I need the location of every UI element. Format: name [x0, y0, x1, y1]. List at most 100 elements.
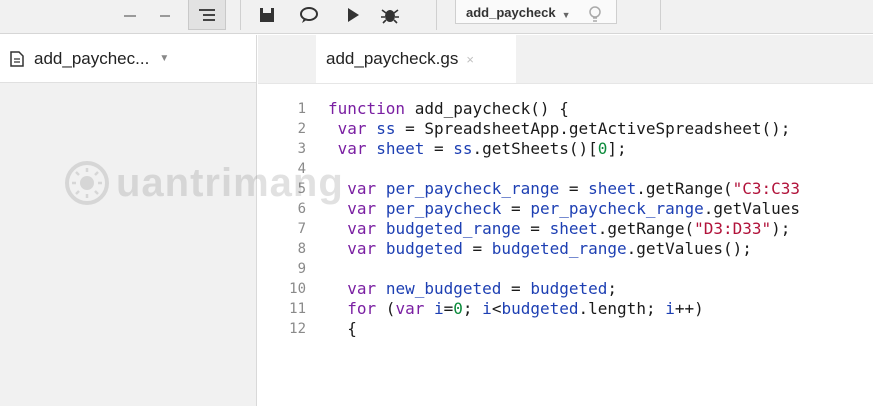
line-number: 11	[289, 301, 306, 317]
code-line[interactable]: var budgeted = budgeted_range.getValues(…	[328, 239, 752, 259]
code-token: i	[433, 299, 444, 318]
code-token: );	[771, 219, 791, 238]
code-token: sheet	[549, 219, 598, 238]
code-token: per_paycheck	[385, 199, 502, 218]
line-number: 8	[297, 241, 306, 257]
line-number-gutter: 1 2 3 4 5 6 7 8 9 10 11 12	[258, 84, 318, 406]
tab-add-paycheck[interactable]: add_paycheck.gs ×	[316, 35, 516, 83]
code-line[interactable]: var ss = SpreadsheetApp.getActiveSpreads…	[328, 119, 791, 139]
code-token: i	[482, 299, 492, 318]
code-token: budgeted_range	[491, 239, 627, 258]
code-token: = SpreadsheetApp.getActiveSpreadsheet();	[395, 119, 791, 138]
toolbar-divider	[436, 0, 437, 30]
code-token: var	[347, 279, 377, 298]
code-line[interactable]: var budgeted_range = sheet.getRange("D3:…	[328, 219, 790, 239]
format-icon[interactable]	[188, 0, 226, 30]
toolbar-divider	[240, 0, 241, 30]
line-number: 9	[297, 261, 306, 277]
code-token: budgeted_range	[385, 219, 521, 238]
line-number: 5	[297, 181, 306, 197]
close-icon[interactable]: ×	[466, 52, 474, 67]
line-number: 1	[297, 101, 306, 117]
file-sidebar: add_paychec... ▼	[0, 35, 257, 406]
code-token: ss	[453, 139, 473, 158]
file-name: add_paychec...	[34, 48, 150, 68]
redo-icon[interactable]	[150, 0, 180, 30]
code-token: budgeted	[385, 239, 463, 258]
code-token: for	[347, 299, 377, 318]
code-token: var	[347, 239, 377, 258]
code-token: per_paycheck_range	[530, 199, 704, 218]
line-number: 12	[289, 321, 306, 337]
code-line[interactable]: var per_paycheck = per_paycheck_range.ge…	[328, 199, 800, 219]
line-number: 6	[297, 201, 306, 217]
comment-icon[interactable]	[292, 0, 326, 30]
code-token: =	[501, 199, 531, 218]
code-token: {	[328, 319, 357, 338]
code-line[interactable]: for (var i=0; i<budgeted.length; i++)	[328, 299, 704, 319]
code-token: "D3:D33"	[694, 219, 772, 238]
code-token: =	[424, 139, 454, 158]
code-token: =	[520, 219, 550, 238]
save-icon[interactable]	[252, 0, 282, 30]
toolbar: add_paycheck ▼	[0, 0, 873, 34]
function-select-label: add_paycheck	[466, 5, 556, 20]
lightbulb-icon[interactable]	[580, 0, 610, 30]
code-token: sheet	[376, 139, 425, 158]
code-token: .getRange(	[636, 179, 733, 198]
code-token: =	[443, 299, 454, 318]
code-token: 0	[453, 299, 463, 318]
code-line[interactable]: function add_paycheck() {	[328, 99, 569, 119]
code-token: var	[395, 299, 425, 318]
code-token: ;	[607, 279, 618, 298]
tab-label: add_paycheck.gs	[326, 49, 459, 68]
code-token: <	[491, 299, 502, 318]
code-token: budgeted	[530, 279, 608, 298]
code-token: add_paycheck() {	[405, 99, 569, 118]
code-token: .getValues	[703, 199, 801, 218]
code-token: 0	[597, 139, 608, 158]
code-token: var	[347, 179, 377, 198]
chevron-down-icon[interactable]: ▼	[159, 53, 169, 64]
code-token: sheet	[588, 179, 637, 198]
code-token: .getRange(	[597, 219, 695, 238]
code-token: var	[347, 199, 377, 218]
code-line[interactable]: var new_budgeted = budgeted;	[328, 279, 617, 299]
toolbar-divider	[660, 0, 661, 30]
line-number: 7	[297, 221, 306, 237]
code-line[interactable]: var per_paycheck_range = sheet.getRange(…	[328, 179, 800, 199]
code-line[interactable]: var sheet = ss.getSheets()[0];	[328, 139, 627, 159]
code-editor[interactable]: 1 2 3 4 5 6 7 8 9 10 11 12 function add_paycheck() …	[258, 83, 873, 406]
line-number: 10	[289, 281, 306, 297]
code-token: var	[347, 219, 377, 238]
code-token: ;	[462, 299, 483, 318]
code-token: budgeted	[501, 299, 579, 318]
code-token: new_budgeted	[385, 279, 502, 298]
code-token: var	[337, 119, 367, 138]
code-token: ++)	[674, 299, 704, 318]
code-token: "C3:C33	[732, 179, 801, 198]
debug-icon[interactable]	[372, 0, 408, 30]
file-list-item[interactable]: add_paychec... ▼	[0, 35, 256, 83]
undo-icon[interactable]	[110, 0, 150, 30]
line-number: 4	[297, 161, 306, 177]
code-token: var	[337, 139, 367, 158]
code-token: ss	[376, 119, 396, 138]
line-number: 2	[297, 121, 306, 137]
code-token: .getSheets()[	[472, 139, 598, 158]
run-icon[interactable]	[338, 0, 368, 30]
code-line[interactable]: {	[328, 319, 357, 339]
